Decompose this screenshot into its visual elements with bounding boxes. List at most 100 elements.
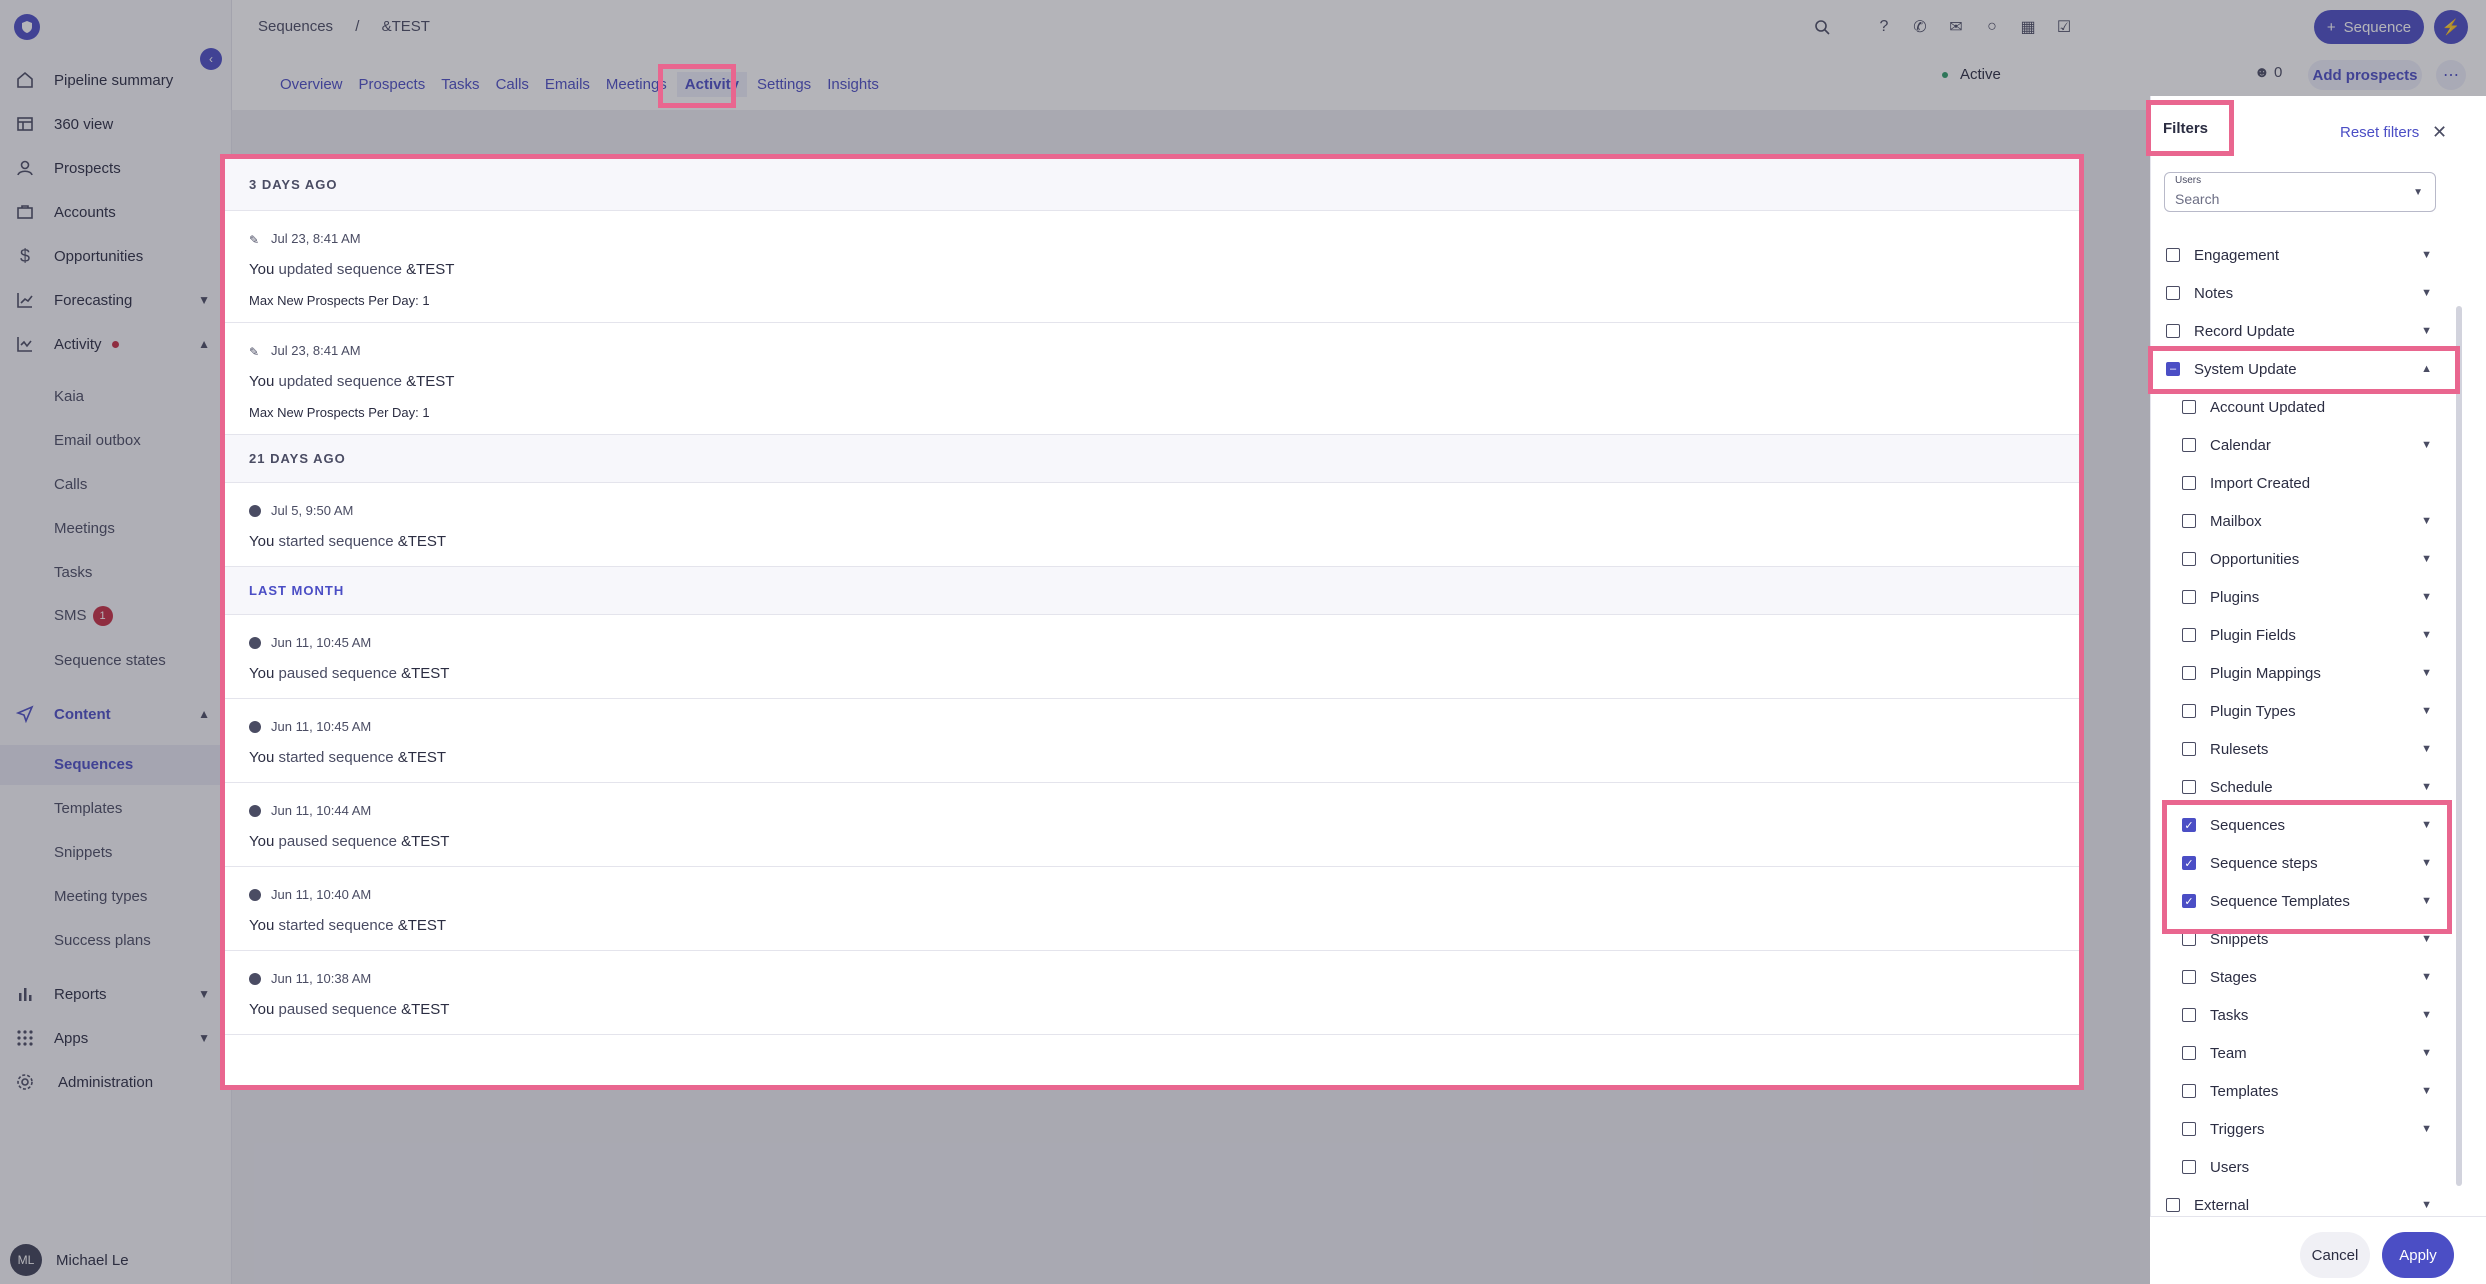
checkbox[interactable] — [2182, 400, 2196, 414]
tab-overview[interactable]: Overview — [280, 72, 343, 97]
mail-icon[interactable]: ✉ — [1944, 14, 1968, 40]
sidebar-sub-sequence-states[interactable]: Sequence states — [54, 652, 166, 669]
chevron-down-icon[interactable]: ▼ — [2421, 515, 2432, 527]
chevron-down-icon[interactable]: ▼ — [2421, 1009, 2432, 1021]
sidebar-item-activity[interactable]: Activity ▲ — [0, 322, 232, 366]
checklist-icon[interactable]: ☑ — [2052, 14, 2076, 40]
checkbox[interactable] — [2182, 1122, 2196, 1136]
sidebar-sub-meetings[interactable]: Meetings — [54, 520, 115, 537]
collapse-sidebar-button[interactable]: ‹ — [200, 48, 222, 70]
filter-row[interactable]: Users — [2182, 1148, 2432, 1186]
cancel-button[interactable]: Cancel — [2300, 1232, 2370, 1278]
tab-settings[interactable]: Settings — [757, 72, 811, 97]
calendar-icon[interactable]: ▦ — [2016, 14, 2040, 40]
tab-tasks[interactable]: Tasks — [441, 72, 479, 97]
chevron-down-icon[interactable]: ▼ — [2421, 971, 2432, 983]
entry-target[interactable]: &TEST — [401, 833, 449, 850]
sidebar-sub-calls[interactable]: Calls — [54, 476, 87, 493]
filter-row[interactable]: Engagement ▼ — [2166, 236, 2432, 274]
entry-target[interactable]: &TEST — [398, 749, 446, 766]
breadcrumb-root[interactable]: Sequences — [258, 18, 333, 35]
people-count[interactable]: ☻ 0 — [2254, 64, 2282, 81]
checkbox[interactable] — [2182, 1046, 2196, 1060]
entry-target[interactable]: &TEST — [398, 917, 446, 934]
apply-button[interactable]: Apply — [2382, 1232, 2454, 1278]
filter-row[interactable]: Import Created — [2182, 464, 2432, 502]
checkbox[interactable] — [2182, 476, 2196, 490]
checkbox[interactable] — [2182, 780, 2196, 794]
new-sequence-button[interactable]: + Sequence — [2314, 10, 2424, 44]
checkbox[interactable] — [2182, 438, 2196, 452]
checkbox[interactable] — [2182, 742, 2196, 756]
checkbox[interactable] — [2166, 286, 2180, 300]
sidebar-item-forecasting[interactable]: Forecasting ▼ — [0, 278, 232, 322]
scrollbar[interactable] — [2456, 306, 2462, 1186]
checkbox[interactable] — [2182, 552, 2196, 566]
checkbox[interactable] — [2166, 324, 2180, 338]
chevron-down-icon[interactable]: ▼ — [2421, 1047, 2432, 1059]
close-icon[interactable]: ✕ — [2432, 122, 2447, 143]
reset-filters-link[interactable]: Reset filters — [2340, 124, 2419, 141]
sidebar-item-content[interactable]: Content ▲ — [0, 692, 232, 736]
checkbox[interactable] — [2182, 628, 2196, 642]
entry-target[interactable]: &TEST — [406, 261, 454, 278]
chevron-down-icon[interactable]: ▼ — [2421, 1085, 2432, 1097]
tab-prospects[interactable]: Prospects — [359, 72, 426, 97]
checkbox[interactable] — [2182, 932, 2196, 946]
filter-row[interactable]: Stages ▼ — [2182, 958, 2432, 996]
chevron-down-icon[interactable]: ▼ — [2421, 553, 2432, 565]
sidebar-item-pipeline-summary[interactable]: Pipeline summary — [0, 58, 232, 102]
sidebar-item-prospects[interactable]: Prospects — [0, 146, 232, 190]
entry-target[interactable]: &TEST — [398, 533, 446, 550]
checkbox[interactable] — [2182, 1084, 2196, 1098]
sidebar-sub-sms[interactable]: SMS 1 — [54, 606, 113, 626]
sidebar-sub-kaia[interactable]: Kaia — [54, 388, 84, 405]
chevron-down-icon[interactable]: ▼ — [2421, 743, 2432, 755]
chevron-down-icon[interactable]: ▼ — [2421, 439, 2432, 451]
sidebar-sub-meeting-types[interactable]: Meeting types — [54, 888, 147, 905]
sidebar-item-apps[interactable]: Apps ▼ — [0, 1016, 232, 1060]
chevron-down-icon[interactable]: ▼ — [2421, 287, 2432, 299]
sidebar-item-accounts[interactable]: Accounts — [0, 190, 232, 234]
sidebar-sub-sequences[interactable]: Sequences — [54, 756, 133, 773]
sidebar-sub-success-plans[interactable]: Success plans — [54, 932, 151, 949]
filter-row[interactable]: Tasks ▼ — [2182, 996, 2432, 1034]
chevron-down-icon[interactable]: ▼ — [2421, 325, 2432, 337]
sidebar-item-opportunities[interactable]: $ Opportunities — [0, 234, 232, 278]
entry-target[interactable]: &TEST — [401, 665, 449, 682]
app-logo[interactable] — [14, 14, 40, 40]
filter-row[interactable]: Plugin Fields ▼ — [2182, 616, 2432, 654]
checkbox[interactable] — [2166, 1198, 2180, 1212]
chat-icon[interactable]: ○ — [1980, 14, 2004, 40]
filter-row[interactable]: Record Update ▼ — [2166, 312, 2432, 350]
filter-row[interactable]: Team ▼ — [2182, 1034, 2432, 1072]
filter-row[interactable]: Plugin Mappings ▼ — [2182, 654, 2432, 692]
tab-calls[interactable]: Calls — [496, 72, 529, 97]
chevron-down-icon[interactable]: ▼ — [2421, 705, 2432, 717]
filter-row[interactable]: Notes ▼ — [2166, 274, 2432, 312]
checkbox[interactable] — [2182, 666, 2196, 680]
tab-emails[interactable]: Emails — [545, 72, 590, 97]
checkbox[interactable] — [2182, 590, 2196, 604]
user-profile[interactable]: ML Michael Le — [10, 1244, 129, 1276]
sidebar-item-administration[interactable]: Administration — [0, 1060, 232, 1104]
chevron-down-icon[interactable]: ▼ — [2421, 591, 2432, 603]
chevron-down-icon[interactable]: ▼ — [2421, 629, 2432, 641]
checkbox[interactable] — [2182, 970, 2196, 984]
sidebar-item-360-view[interactable]: 360 view — [0, 102, 232, 146]
filter-row[interactable]: Templates ▼ — [2182, 1072, 2432, 1110]
sidebar-sub-snippets[interactable]: Snippets — [54, 844, 112, 861]
chevron-down-icon[interactable]: ▼ — [2421, 667, 2432, 679]
chevron-down-icon[interactable]: ▼ — [2421, 1123, 2432, 1135]
filter-row[interactable]: Triggers ▼ — [2182, 1110, 2432, 1148]
sidebar-sub-tasks[interactable]: Tasks — [54, 564, 92, 581]
help-icon[interactable]: ? — [1872, 14, 1896, 40]
tab-insights[interactable]: Insights — [827, 72, 879, 97]
lightning-icon[interactable]: ⚡ — [2434, 10, 2468, 44]
checkbox[interactable] — [2182, 514, 2196, 528]
checkbox[interactable] — [2182, 1008, 2196, 1022]
chevron-down-icon[interactable]: ▼ — [2421, 249, 2432, 261]
checkbox[interactable] — [2182, 704, 2196, 718]
checkbox[interactable] — [2166, 248, 2180, 262]
chevron-down-icon[interactable]: ▼ — [2421, 781, 2432, 793]
